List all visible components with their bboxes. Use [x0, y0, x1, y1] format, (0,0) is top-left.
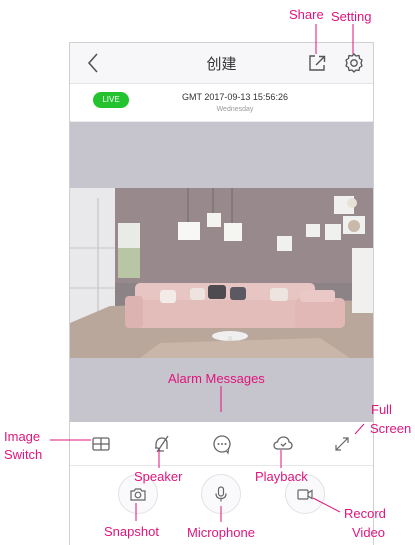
annotation-alarm-messages: Alarm Messages	[168, 371, 265, 386]
stream-info-bar: LIVE GMT 2017-09-13 15:56:26 Wednesday	[70, 84, 373, 122]
annotation-full-screen-line2: Screen	[370, 421, 412, 436]
image-switch-icon[interactable]	[89, 432, 113, 456]
gear-icon[interactable]	[342, 51, 366, 75]
phone-screen: 创建 LIVE GMT 2017-09-13 15:56:26 Wednesda…	[69, 42, 374, 545]
microphone-icon	[215, 486, 227, 502]
speaker-muted-icon[interactable]	[150, 432, 174, 456]
annotation-microphone: Microphone	[187, 525, 255, 540]
annotation-record-video-line2: Video	[352, 525, 386, 540]
annotation-share: Share	[289, 7, 324, 22]
stream-datetime: GMT 2017-09-13 15:56:26	[182, 92, 288, 102]
annotation-image-switch-line2: Switch	[4, 447, 43, 462]
annotation-snapshot: Snapshot	[104, 524, 159, 539]
alarm-messages-icon[interactable]	[210, 432, 234, 456]
playback-icon[interactable]	[271, 432, 295, 456]
live-badge: LIVE	[93, 92, 129, 108]
microphone-button[interactable]	[201, 474, 241, 514]
annotation-playback: Playback	[255, 469, 308, 484]
fullscreen-icon[interactable]	[330, 432, 354, 456]
navigation-bar: 创建	[70, 43, 373, 84]
share-icon[interactable]	[306, 52, 328, 74]
snapshot-camera-icon	[130, 488, 146, 501]
stream-weekday: Wednesday	[216, 106, 254, 113]
annotation-speaker: Speaker	[134, 469, 183, 484]
live-video-frame	[70, 188, 373, 358]
annotation-full-screen-line1: Full	[371, 402, 392, 417]
annotation-setting: Setting	[331, 9, 372, 24]
annotation-image-switch-line1: Image	[4, 429, 41, 444]
annotation-record-video-line1: Record	[344, 506, 386, 521]
record-video-icon	[297, 489, 313, 500]
control-toolbar	[70, 423, 373, 466]
